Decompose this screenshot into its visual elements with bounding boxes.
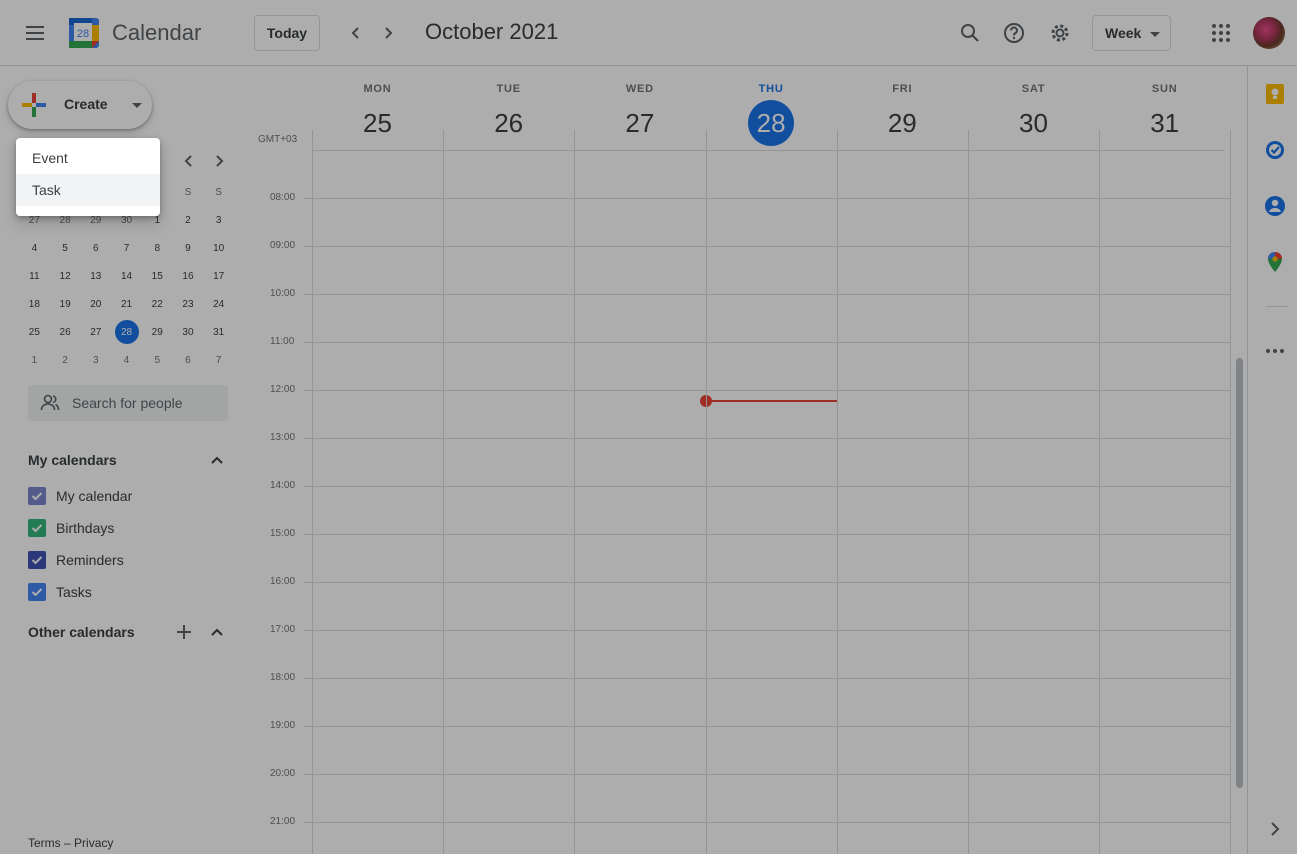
menu-item-event[interactable]: Event bbox=[16, 142, 160, 174]
modal-scrim[interactable] bbox=[0, 0, 1297, 854]
menu-item-task[interactable]: Task bbox=[16, 174, 160, 206]
create-menu: Event Task bbox=[16, 138, 160, 216]
